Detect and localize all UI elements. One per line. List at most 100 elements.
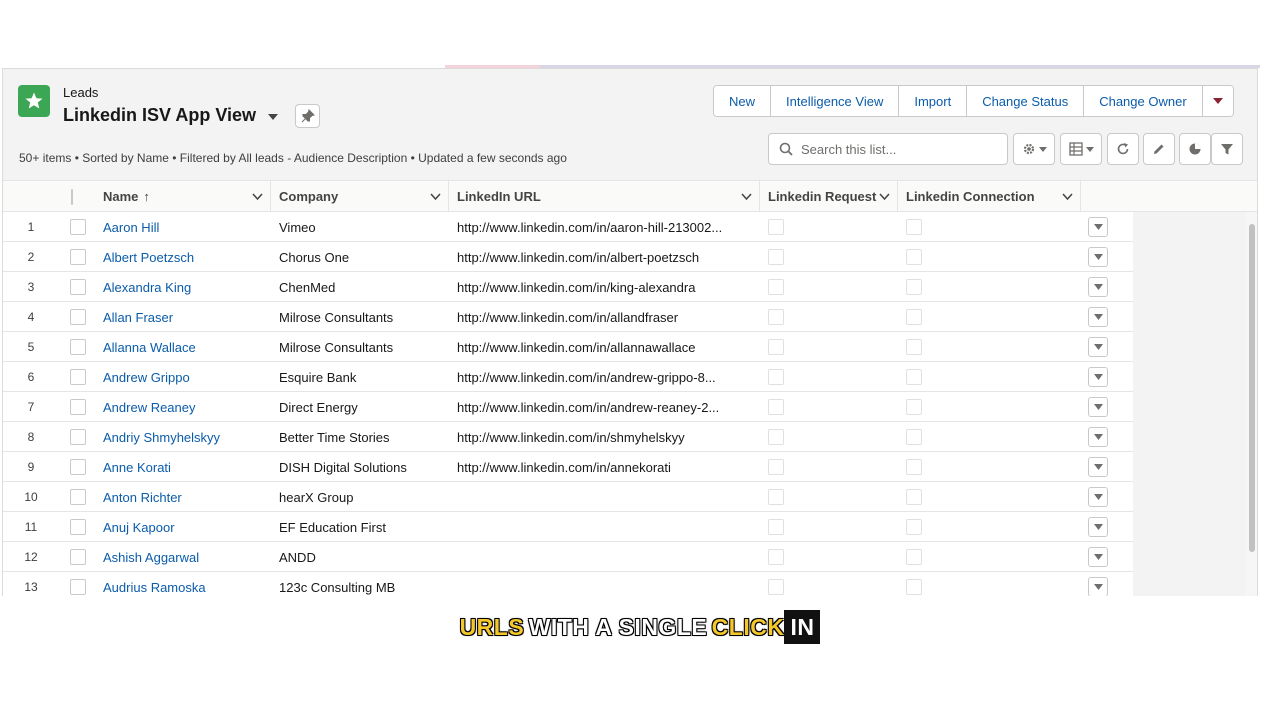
column-menu-chevron-icon[interactable] <box>428 189 442 203</box>
row-action-menu-button[interactable] <box>1088 577 1108 596</box>
linkedin-url-cell[interactable] <box>457 542 755 572</box>
row-select-checkbox[interactable] <box>70 339 86 355</box>
import-button[interactable]: Import <box>899 86 968 116</box>
change-owner-button[interactable]: Change Owner <box>1084 86 1203 116</box>
list-settings-button[interactable] <box>1013 133 1055 165</box>
linkedin-url-cell[interactable]: http://www.linkedin.com/in/andrew-grippo… <box>457 362 755 392</box>
row-action-menu-button[interactable] <box>1088 457 1108 477</box>
table-row[interactable]: 1 Aaron Hill Vimeo http://www.linkedin.com/… <box>3 212 1133 242</box>
column-header-company[interactable]: Company <box>271 181 449 212</box>
row-action-menu-button[interactable] <box>1088 277 1108 297</box>
object-breadcrumb[interactable]: Leads <box>63 85 98 100</box>
row-select-checkbox[interactable] <box>70 519 86 535</box>
lead-name-link[interactable]: Albert Poetzsch <box>103 242 268 272</box>
row-action-menu-button[interactable] <box>1088 337 1108 357</box>
list-view-title[interactable]: Linkedin ISV App View <box>63 105 256 126</box>
row-action-menu-button[interactable] <box>1088 307 1108 327</box>
table-row[interactable]: 5 Allanna Wallace Milrose Consultants http:… <box>3 332 1133 362</box>
linkedin-connection-checkbox <box>906 219 922 235</box>
lead-name-link[interactable]: Anton Richter <box>103 482 268 512</box>
table-row[interactable]: 4 Allan Fraser Milrose Consultants http://w… <box>3 302 1133 332</box>
row-action-menu-button[interactable] <box>1088 397 1108 417</box>
table-row[interactable]: 2 Albert Poetzsch Chorus One http://www.lin… <box>3 242 1133 272</box>
table-row[interactable]: 12 Ashish Aggarwal ANDD <box>3 542 1133 572</box>
table-row[interactable]: 7 Andrew Reaney Direct Energy http://www.li… <box>3 392 1133 422</box>
linkedin-url-cell[interactable]: http://www.linkedin.com/in/aaron-hill-21… <box>457 212 755 242</box>
table-row[interactable]: 11 Anuj Kapoor EF Education First <box>3 512 1133 542</box>
row-select-checkbox[interactable] <box>70 219 86 235</box>
row-action-menu-button[interactable] <box>1088 427 1108 447</box>
lead-name-link[interactable]: Ashish Aggarwal <box>103 542 268 572</box>
row-select-checkbox[interactable] <box>70 549 86 565</box>
table-scrollbar[interactable] <box>1246 212 1257 596</box>
linkedin-url-cell[interactable]: http://www.linkedin.com/in/allannawallac… <box>457 332 755 362</box>
row-select-checkbox[interactable] <box>70 429 86 445</box>
refresh-button[interactable] <box>1107 133 1139 165</box>
list-view-picker-chevron-icon[interactable] <box>265 109 281 125</box>
search-input[interactable] <box>801 141 991 157</box>
column-header-linkedin-url[interactable]: LinkedIn URL <box>449 181 760 212</box>
filter-button[interactable] <box>1211 133 1243 165</box>
row-select-checkbox[interactable] <box>70 279 86 295</box>
row-action-menu-button[interactable] <box>1088 487 1108 507</box>
lead-name-link[interactable]: Andrew Reaney <box>103 392 268 422</box>
lead-name-link[interactable]: Aaron Hill <box>103 212 268 242</box>
column-header-name[interactable]: Name ↑ <box>95 181 271 212</box>
column-menu-chevron-icon[interactable] <box>1060 189 1074 203</box>
linkedin-url-cell[interactable] <box>457 572 755 596</box>
linkedin-url-cell[interactable]: http://www.linkedin.com/in/annekorati <box>457 452 755 482</box>
row-select-checkbox[interactable] <box>70 489 86 505</box>
search-list-field[interactable] <box>768 133 1008 165</box>
lead-name-link[interactable]: Anuj Kapoor <box>103 512 268 542</box>
linkedin-url-cell[interactable]: http://www.linkedin.com/in/albert-poetzs… <box>457 242 755 272</box>
lead-name-link[interactable]: Audrius Ramoska <box>103 572 268 596</box>
row-select-checkbox[interactable] <box>70 459 86 475</box>
lead-name-link[interactable]: Allanna Wallace <box>103 332 268 362</box>
linkedin-url-cell[interactable] <box>457 482 755 512</box>
row-action-menu-button[interactable] <box>1088 547 1108 567</box>
row-select-checkbox[interactable] <box>70 369 86 385</box>
table-row[interactable]: 6 Andrew Grippo Esquire Bank http://www.lin… <box>3 362 1133 392</box>
change-status-button[interactable]: Change Status <box>967 86 1085 116</box>
caption-word: CLICK <box>711 614 785 640</box>
linkedin-connection-cell <box>906 242 926 272</box>
column-menu-chevron-icon[interactable] <box>739 189 753 203</box>
table-row[interactable]: 3 Alexandra King ChenMed http://www.linkedi… <box>3 272 1133 302</box>
lead-name-link[interactable]: Alexandra King <box>103 272 268 302</box>
row-select-checkbox[interactable] <box>70 399 86 415</box>
row-action-menu-button[interactable] <box>1088 367 1108 387</box>
charts-button[interactable] <box>1179 133 1211 165</box>
new-button[interactable]: New <box>714 86 772 116</box>
row-select-checkbox[interactable] <box>70 309 86 325</box>
linkedin-url-cell[interactable]: http://www.linkedin.com/in/shmyhelskyy <box>457 422 755 452</box>
row-select-checkbox[interactable] <box>70 579 86 595</box>
table-row[interactable]: 8 Andriy Shmyhelskyy Better Time Stories ht… <box>3 422 1133 452</box>
table-row[interactable]: 13 Audrius Ramoska 123c Consulting MB <box>3 572 1133 596</box>
row-select-checkbox[interactable] <box>70 249 86 265</box>
column-header-linkedin-connection[interactable]: Linkedin Connection <box>898 181 1081 212</box>
scrollbar-thumb[interactable] <box>1249 224 1255 552</box>
table-row[interactable]: 10 Anton Richter hearX Group <box>3 482 1133 512</box>
display-as-table-button[interactable] <box>1060 133 1102 165</box>
column-menu-chevron-icon[interactable] <box>877 189 891 203</box>
linkedin-url-cell[interactable]: http://www.linkedin.com/in/andrew-reaney… <box>457 392 755 422</box>
linkedin-url-cell[interactable]: http://www.linkedin.com/in/allandfraser <box>457 302 755 332</box>
lead-name-link[interactable]: Andriy Shmyhelskyy <box>103 422 268 452</box>
pin-list-view-button[interactable] <box>295 104 320 128</box>
table-row[interactable]: 9 Anne Korati DISH Digital Solutions http:/… <box>3 452 1133 482</box>
select-all-checkbox[interactable] <box>71 188 73 205</box>
lead-name-link[interactable]: Andrew Grippo <box>103 362 268 392</box>
more-actions-button[interactable] <box>1202 86 1233 116</box>
column-header-linkedin-request[interactable]: Linkedin Request <box>760 181 898 212</box>
linkedin-url-cell[interactable]: http://www.linkedin.com/in/king-alexandr… <box>457 272 755 302</box>
lead-name-link[interactable]: Allan Fraser <box>103 302 268 332</box>
linkedin-connection-checkbox <box>906 309 922 325</box>
row-action-menu-button[interactable] <box>1088 217 1108 237</box>
row-action-menu-button[interactable] <box>1088 517 1108 537</box>
inline-edit-button[interactable] <box>1143 133 1175 165</box>
intelligence-view-button[interactable]: Intelligence View <box>771 86 900 116</box>
column-menu-chevron-icon[interactable] <box>250 189 264 203</box>
lead-name-link[interactable]: Anne Korati <box>103 452 268 482</box>
linkedin-url-cell[interactable] <box>457 512 755 542</box>
row-action-menu-button[interactable] <box>1088 247 1108 267</box>
